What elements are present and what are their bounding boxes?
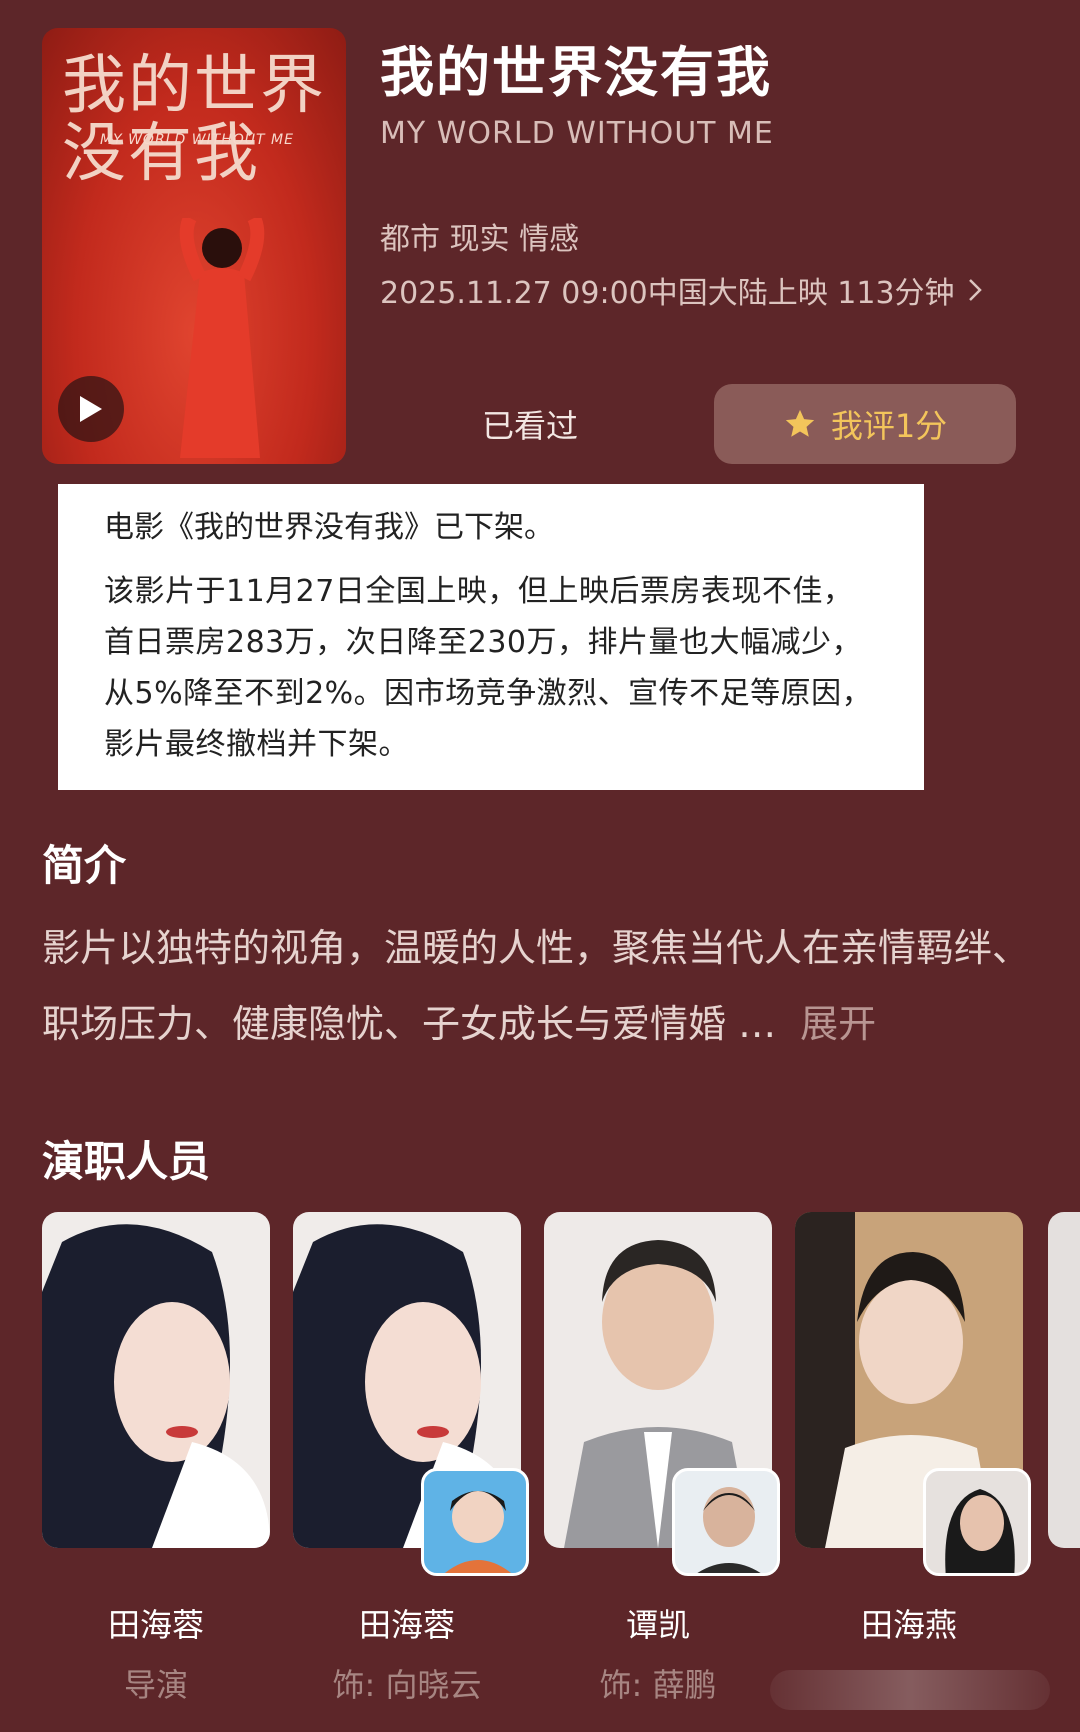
role-thumbnail	[672, 1468, 780, 1576]
movie-poster[interactable]: 我的世界没有我 MY WORLD WITHOUT ME	[42, 28, 346, 464]
cast-card[interactable]: 谭凯 饰: 薛鹏	[544, 1212, 780, 1704]
cast-role: 饰: 向晓云	[332, 1666, 482, 1704]
cast-photo	[42, 1212, 270, 1548]
cast-card-partial[interactable]	[1048, 1212, 1080, 1548]
poster-figure	[179, 218, 265, 458]
movie-title: 我的世界没有我	[380, 41, 772, 104]
cast-card[interactable]: 田海燕	[795, 1212, 1031, 1644]
role-thumbnail	[421, 1468, 529, 1576]
cast-role: 导演	[123, 1666, 188, 1704]
watched-button[interactable]: 已看过	[440, 384, 620, 464]
poster-subtitle: MY WORLD WITHOUT ME	[100, 132, 294, 148]
release-info: 2025.11.27 09:00中国大陆上映 113分钟	[380, 276, 955, 311]
intro-text-block: 影片以独特的视角，温暖的人性，聚焦当代人在亲情羁绊、职场压力、健康隐忧、子女成长…	[42, 910, 1042, 1062]
rate-button[interactable]: 我评1分	[714, 384, 1016, 464]
chevron-right-icon	[968, 279, 982, 301]
expand-button[interactable]: 展开	[800, 1002, 876, 1046]
cast-list: 田海蓉 导演 田海蓉 饰: 向晓云 谭凯 饰: 薛鹏 田海燕	[42, 1212, 1080, 1732]
cast-name: 田海蓉	[358, 1606, 455, 1644]
rate-label: 我评1分	[830, 407, 948, 445]
cast-name: 谭凯	[625, 1606, 690, 1644]
cast-name: 田海蓉	[107, 1606, 204, 1644]
intro-heading: 简介	[42, 841, 127, 890]
cast-card[interactable]: 田海蓉 导演	[42, 1212, 270, 1704]
intro-text: 影片以独特的视角，温暖的人性，聚焦当代人在亲情羁绊、职场压力、健康隐忧、子女成长…	[42, 926, 1031, 1046]
role-thumbnail	[923, 1468, 1031, 1576]
release-info-row[interactable]: 2025.11.27 09:00中国大陆上映 113分钟	[380, 268, 983, 312]
delisted-notice: 电影《我的世界没有我》已下架。 该影片于11月27日全国上映，但上映后票房表现不…	[58, 484, 924, 790]
star-icon	[785, 409, 814, 437]
play-trailer-button[interactable]	[58, 376, 124, 442]
poster-title: 我的世界没有我	[62, 49, 326, 191]
cast-name: 田海燕	[860, 1606, 957, 1644]
cast-role: 饰: 薛鹏	[599, 1666, 717, 1704]
play-icon	[80, 396, 102, 422]
notice-title: 电影《我的世界没有我》已下架。	[104, 510, 554, 545]
notice-body: 该影片于11月27日全国上映，但上映后票房表现不佳，首日票房283万，次日降至2…	[104, 574, 873, 762]
cast-heading: 演职人员	[42, 1137, 211, 1186]
movie-genres: 都市 现实 情感	[380, 222, 580, 257]
movie-english-title: MY WORLD WITHOUT ME	[380, 116, 774, 151]
watermark	[770, 1670, 1050, 1710]
cast-card[interactable]: 田海蓉 饰: 向晓云	[293, 1212, 529, 1704]
